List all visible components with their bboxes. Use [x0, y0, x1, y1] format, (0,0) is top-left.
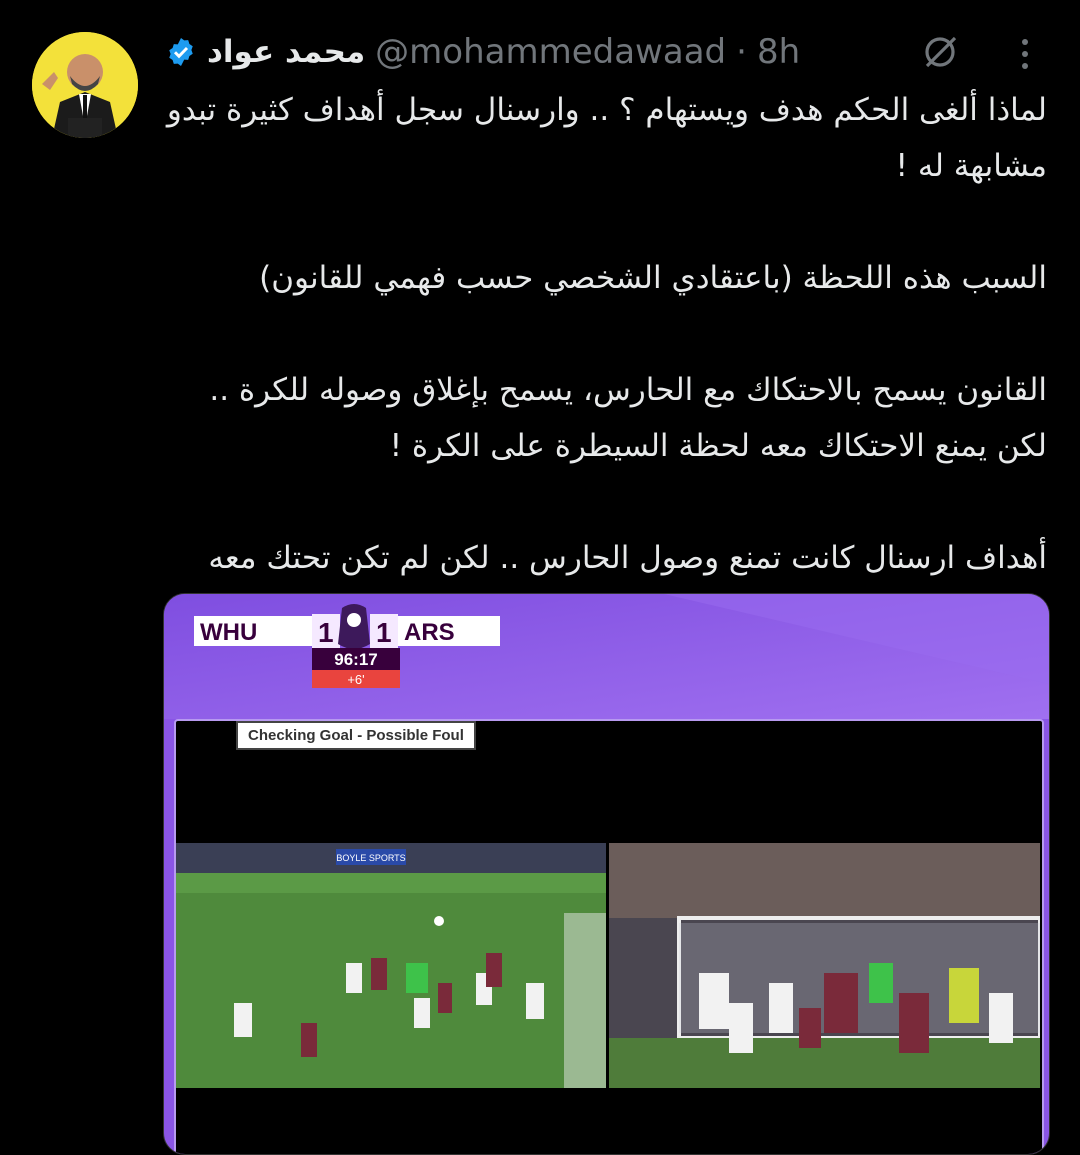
match-scene-right — [609, 843, 1040, 1088]
tweet-paragraph: لماذا ألغى الحكم هدف ويستهام ؟ .. وارسنا… — [166, 92, 1047, 184]
tweet-paragraph: السبب هذه اللحظة (باعتقادي الشخصي حسب فه… — [259, 260, 1047, 296]
tweet-timestamp[interactable]: 8h — [757, 32, 800, 72]
author-name[interactable]: محمد عواد — [207, 34, 365, 70]
ad-board-text: BOYLE SPORTS — [336, 853, 405, 863]
separator-dot: · — [736, 32, 747, 72]
tweet-paragraph: القانون يسمح بالاحتكاك مع الحارس، يسمح ب… — [209, 372, 1047, 464]
scoreboard-graphic: WHU 1 1 ARS 96:17 +6' — [194, 604, 500, 688]
avatar[interactable] — [32, 32, 138, 138]
tweet-header: محمد عواد @mohammedawaad · 8h — [165, 28, 965, 76]
var-check-banner: Checking Goal - Possible Foul — [236, 721, 476, 750]
tweet-text: لماذا ألغى الحكم هدف ويستهام ؟ .. وارسنا… — [165, 82, 1047, 642]
tweet-media-image[interactable]: WHU 1 1 ARS 96:17 +6' Checking Goal - Po… — [163, 593, 1050, 1155]
away-team: ARS — [404, 619, 455, 646]
scoreboard: WHU 1 1 ARS 96:17 +6' — [194, 604, 514, 693]
grok-icon[interactable] — [920, 30, 962, 72]
added-time: +6' — [347, 672, 364, 687]
home-score: 1 — [318, 617, 334, 648]
verified-badge-icon — [169, 38, 193, 66]
more-options-icon[interactable] — [1010, 36, 1040, 72]
var-panel: Checking Goal - Possible Foul BOYLE SPOR… — [174, 719, 1044, 1154]
avatar-illustration — [32, 32, 138, 138]
match-clock: 96:17 — [334, 650, 377, 669]
away-score: 1 — [376, 617, 392, 648]
match-scene-left: BOYLE SPORTS — [176, 843, 606, 1088]
home-team: WHU — [200, 619, 257, 646]
author-handle[interactable]: @mohammedawaad — [375, 32, 726, 72]
